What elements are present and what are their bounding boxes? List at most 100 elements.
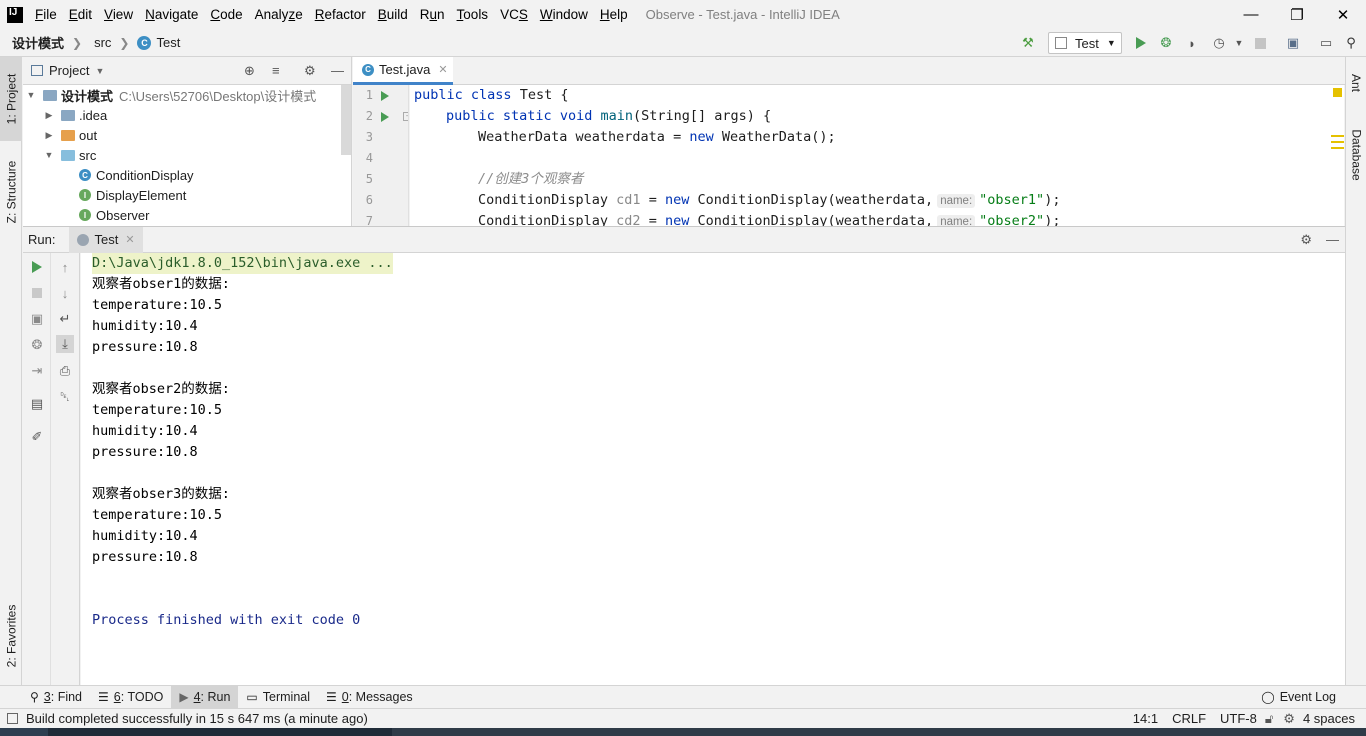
line-separator[interactable]: CRLF bbox=[1172, 711, 1206, 726]
menu-item[interactable]: Code bbox=[210, 7, 242, 22]
tool-window-terminal[interactable]: ▭ Terminal bbox=[238, 686, 318, 709]
tool-window-run[interactable]: ▶ 4: Run bbox=[171, 685, 239, 709]
menu-item[interactable]: Help bbox=[600, 7, 628, 22]
profile-icon[interactable]: ◷ bbox=[1210, 34, 1228, 52]
tool-tab-structure[interactable]: Z: Structure bbox=[0, 149, 22, 235]
line-number: 5 bbox=[365, 172, 373, 186]
restore-button[interactable]: ❐ bbox=[1274, 0, 1320, 29]
menu-item[interactable]: Run bbox=[420, 7, 445, 22]
menu-item[interactable]: Analyze bbox=[255, 7, 303, 22]
debug-icon[interactable]: ❂ bbox=[1157, 34, 1175, 52]
close-tab-icon[interactable]: ✕ bbox=[125, 233, 134, 246]
lock-icon[interactable]: 🔓︎ bbox=[1265, 711, 1273, 727]
window-layout-icon[interactable]: ▭ bbox=[1317, 34, 1335, 52]
breadcrumb-test[interactable]: C Test bbox=[137, 35, 180, 50]
trash-icon[interactable]: ␡ bbox=[56, 388, 74, 406]
caret-position[interactable]: 14:1 bbox=[1133, 711, 1158, 726]
tree-item-src[interactable]: ▼ src bbox=[23, 145, 351, 165]
menu-item[interactable]: Tools bbox=[457, 7, 489, 22]
build-hammer-icon[interactable]: ⚒ bbox=[1019, 34, 1037, 52]
expanded-arrow-icon[interactable]: ▼ bbox=[43, 150, 55, 160]
event-log-icon: ◯ bbox=[1261, 690, 1275, 704]
menu-item[interactable]: Navigate bbox=[145, 7, 198, 22]
project-structure-icon[interactable]: ▣ bbox=[1284, 34, 1302, 52]
tree-scrollbar[interactable] bbox=[341, 85, 351, 155]
run-class-icon[interactable] bbox=[381, 91, 389, 101]
collapsed-arrow-icon[interactable]: ▶ bbox=[43, 130, 55, 141]
coverage-icon[interactable]: ◗ bbox=[1183, 34, 1201, 52]
file-encoding[interactable]: UTF-8 bbox=[1220, 711, 1257, 726]
print-icon[interactable]: ⎙ bbox=[56, 362, 74, 380]
scroll-to-end-icon[interactable]: ⤓ bbox=[56, 335, 74, 353]
project-panel: Project ▼ ⊕ ≡ ⚙ — ▼ 设计模式 C:\Users\52706\… bbox=[23, 57, 352, 226]
menu-item[interactable]: Refactor bbox=[315, 7, 366, 22]
settings-debug-icon[interactable]: ❂ bbox=[28, 336, 46, 354]
breadcrumb-project[interactable]: 设计模式 ❯ bbox=[12, 33, 82, 52]
tree-item-out[interactable]: ▶ out bbox=[23, 125, 351, 145]
run-icon[interactable] bbox=[1132, 34, 1150, 52]
tool-tab-project[interactable]: 1: Project bbox=[0, 57, 22, 141]
collapsed-arrow-icon[interactable]: ▶ bbox=[43, 110, 55, 121]
stop-icon[interactable] bbox=[1251, 34, 1269, 52]
tool-window-event-log[interactable]: ◯ Event Log bbox=[1253, 686, 1344, 709]
layout-icon[interactable]: ▤ bbox=[28, 395, 46, 413]
warning-marker[interactable] bbox=[1331, 141, 1344, 143]
indent-setting[interactable]: 4 spaces bbox=[1303, 711, 1355, 726]
tree-item-observer[interactable]: I Observer bbox=[23, 205, 351, 225]
tool-tab-structure-label: Z: Structure bbox=[4, 160, 18, 224]
expanded-arrow-icon[interactable]: ▼ bbox=[25, 90, 37, 100]
menu-item[interactable]: Window bbox=[540, 7, 588, 22]
editor-tab-test-java[interactable]: C Test.java ✕ bbox=[353, 57, 453, 85]
tool-tab-ant[interactable]: Ant bbox=[1346, 63, 1366, 103]
chevron-down-icon[interactable]: ▼ bbox=[95, 66, 104, 76]
code-editor[interactable]: public class Test { public static void m… bbox=[410, 85, 1334, 226]
warning-indicator-icon[interactable] bbox=[1333, 88, 1342, 97]
menu-item[interactable]: Build bbox=[378, 7, 408, 22]
status-toggle-icon[interactable] bbox=[7, 713, 18, 724]
code-line-6: ConditionDisplay cd1 = new ConditionDisp… bbox=[478, 192, 1061, 208]
tree-item-idea[interactable]: ▶ .idea bbox=[23, 105, 351, 125]
close-tab-icon[interactable]: ✕ bbox=[438, 63, 447, 76]
run-configuration-select[interactable]: Test ▼ bbox=[1048, 32, 1122, 54]
hide-panel-icon[interactable]: — bbox=[1326, 232, 1339, 247]
minimize-button[interactable]: — bbox=[1228, 0, 1274, 29]
menu-item[interactable]: Edit bbox=[69, 7, 92, 22]
stop-icon[interactable] bbox=[28, 284, 46, 302]
breadcrumb-src[interactable]: src ❯ bbox=[94, 35, 129, 50]
chevron-down-icon[interactable]: ▼ bbox=[1230, 34, 1248, 52]
code-line-1: public class Test { bbox=[414, 87, 569, 103]
arrow-down-icon[interactable]: ↓ bbox=[56, 284, 74, 302]
rerun-icon[interactable] bbox=[28, 258, 46, 276]
hide-panel-icon[interactable]: — bbox=[331, 63, 344, 78]
camera-icon[interactable]: ▣ bbox=[28, 310, 46, 328]
gear-icon[interactable]: ⚙ bbox=[304, 63, 316, 79]
project-panel-title[interactable]: Project bbox=[49, 63, 89, 78]
locate-icon[interactable]: ⊕ bbox=[244, 63, 255, 79]
arrow-up-icon[interactable]: ↑ bbox=[56, 258, 74, 276]
soft-wrap-icon[interactable]: ↵ bbox=[56, 310, 74, 328]
run-tab-test[interactable]: Test ✕ bbox=[69, 226, 143, 253]
menu-item[interactable]: View bbox=[104, 7, 133, 22]
tool-window-messages[interactable]: ☰ 0: Messages bbox=[318, 686, 421, 709]
tool-tab-favorites[interactable]: 2: Favorites bbox=[0, 593, 22, 679]
tool-window-find[interactable]: ⚲ 3: Find bbox=[22, 686, 90, 709]
collapse-all-icon[interactable]: ≡ bbox=[272, 63, 280, 78]
tree-item-conditiondisplay[interactable]: C ConditionDisplay bbox=[23, 165, 351, 185]
search-icon[interactable]: ⚲ bbox=[1342, 34, 1360, 52]
status-message[interactable]: Build completed successfully in 15 s 647… bbox=[26, 711, 368, 726]
tree-item-displayelement[interactable]: I DisplayElement bbox=[23, 185, 351, 205]
menu-item[interactable]: File bbox=[35, 7, 57, 22]
gear-icon[interactable]: ⚙ bbox=[1300, 232, 1312, 248]
fold-icon[interactable]: - bbox=[403, 112, 408, 121]
run-main-icon[interactable] bbox=[381, 112, 389, 122]
tree-item-module[interactable]: ▼ 设计模式 C:\Users\52706\Desktop\设计模式 bbox=[23, 85, 351, 105]
tool-tab-database[interactable]: Database bbox=[1346, 119, 1366, 191]
warning-marker[interactable] bbox=[1331, 147, 1344, 149]
run-console[interactable]: D:\Java\jdk1.8.0_152\bin\java.exe ... 观察者… bbox=[81, 253, 1345, 685]
close-window-button[interactable]: ✕ bbox=[1320, 0, 1366, 29]
tool-window-todo[interactable]: ☰ 6: TODO bbox=[90, 686, 171, 709]
exit-icon[interactable]: ⇥ bbox=[28, 362, 46, 380]
pin-icon[interactable]: ✐ bbox=[28, 428, 46, 446]
warning-marker[interactable] bbox=[1331, 135, 1344, 137]
menu-item[interactable]: VCS bbox=[500, 7, 528, 22]
